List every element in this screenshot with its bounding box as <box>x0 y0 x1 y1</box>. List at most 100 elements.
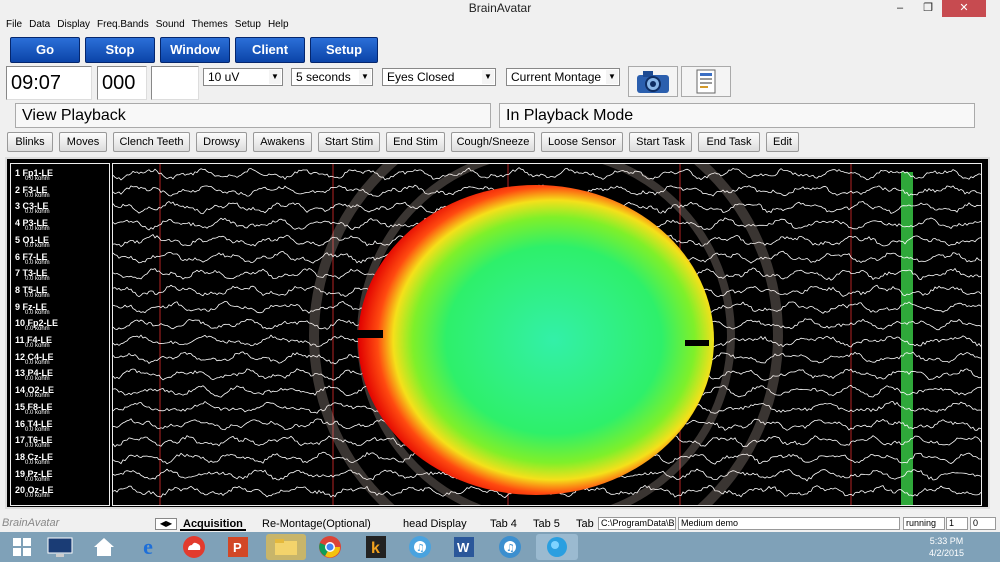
powerpoint-icon[interactable]: P <box>220 534 256 560</box>
client-button[interactable]: Client <box>235 37 305 63</box>
channel-row: 10 Fp2-LE 0.0 kohm <box>15 318 110 335</box>
channel-impedance: 0.0 kohm <box>25 443 50 450</box>
menu-display[interactable]: Display <box>55 17 95 33</box>
brainavatar-taskbar-icon[interactable] <box>536 534 578 560</box>
home-icon[interactable] <box>86 534 122 560</box>
channel-impedance: 0.0 kohm <box>25 209 50 216</box>
k-app-icon[interactable]: k <box>358 534 394 560</box>
chrome-icon[interactable] <box>312 534 348 560</box>
channel-impedance: 0.0 kohm <box>25 476 50 483</box>
end-task-button[interactable]: End Task <box>698 132 760 152</box>
tab-remontage[interactable]: Re-Montage(Optional) <box>259 518 374 531</box>
window-button[interactable]: Window <box>160 37 230 63</box>
start-stim-button[interactable]: Start Stim <box>318 132 380 152</box>
channel-impedance: 0.0 kohm <box>25 309 50 316</box>
moves-button[interactable]: Moves <box>59 132 107 152</box>
blinks-button[interactable]: Blinks <box>7 132 53 152</box>
path-field: C:\ProgramData\Br <box>598 517 676 530</box>
menu-file[interactable]: File <box>4 17 27 33</box>
windows-taskbar: e P k ♫ W ♫ 5:33 PM 4/2/2015 <box>0 532 1000 562</box>
itunes-icon-2[interactable]: ♫ <box>492 534 528 560</box>
clock-date: 4/2/2015 <box>928 548 964 558</box>
tab-scroll-arrows[interactable]: ◀▶ <box>155 518 177 530</box>
tab-head-display[interactable]: head Display <box>400 518 470 531</box>
tab-6[interactable]: Tab <box>573 518 597 531</box>
menu-themes[interactable]: Themes <box>190 17 233 33</box>
channel-impedance: 0.0 kohm <box>25 259 50 266</box>
channel-impedance: 0.0 kohm <box>25 192 50 199</box>
brain-activity-map <box>358 185 714 495</box>
menu-setup[interactable]: Setup <box>233 17 266 33</box>
menu-sound[interactable]: Sound <box>154 17 190 33</box>
drowsy-button[interactable]: Drowsy <box>196 132 247 152</box>
minimize-icon[interactable]: – <box>886 0 914 17</box>
channel-row: 3 C3-LE 0.0 kohm <box>15 201 110 218</box>
channel-impedance: 0.0 kohm <box>25 376 50 383</box>
channel-row: 12 C4-LE 0.0 kohm <box>15 352 110 369</box>
svg-text:P: P <box>233 540 242 555</box>
channel-row: 18 Cz-LE 0.0 kohm <box>15 452 110 469</box>
edit-button[interactable]: Edit <box>766 132 799 152</box>
internet-explorer-icon[interactable]: e <box>130 534 166 560</box>
end-stim-button[interactable]: End Stim <box>386 132 445 152</box>
gain-select[interactable]: 10 uV ▼ <box>203 68 283 86</box>
menu-data[interactable]: Data <box>27 17 55 33</box>
monitor-app-icon[interactable] <box>42 534 78 560</box>
channel-impedance: 0.0 kohm <box>25 292 50 299</box>
highlight-epoch <box>901 172 913 505</box>
state-field: running <box>903 517 945 530</box>
report-icon <box>696 69 716 94</box>
camera-icon <box>637 71 669 93</box>
tab-5[interactable]: Tab 5 <box>530 518 563 531</box>
chevron-down-icon: ▼ <box>482 70 494 84</box>
channel-impedance: 0.0 kohm <box>25 493 50 500</box>
bottom-tab-bar: BrainAvatar ◀▶ Acquisition Re-Montage(Op… <box>0 515 1000 531</box>
stop-button[interactable]: Stop <box>85 37 155 63</box>
eeg-display: 1 Fp1-LE 0.0 kohm 2 F3-LE 0.0 kohm 3 C3-LE 0.… <box>5 157 990 509</box>
demo-field: Medium demo <box>678 517 900 530</box>
watermark-logo: BrainAvatar <box>2 517 60 529</box>
timebase-select[interactable]: 5 seconds ▼ <box>291 68 373 86</box>
menu-freq-bands[interactable]: Freq.Bands <box>95 17 154 33</box>
tab-4[interactable]: Tab 4 <box>487 518 520 531</box>
awakens-button[interactable]: Awakens <box>253 132 312 152</box>
report-button[interactable] <box>681 66 731 97</box>
windows-start-icon[interactable] <box>4 534 40 560</box>
menu-help[interactable]: Help <box>266 17 294 33</box>
chevron-down-icon: ▼ <box>359 70 371 84</box>
channel-row: 13 P4-LE 0.0 kohm <box>15 368 110 385</box>
close-icon[interactable]: ✕ <box>942 0 986 17</box>
brainavatar-window: BrainAvatar – ❐ ✕ File Data Display Freq… <box>0 0 1000 562</box>
montage-select[interactable]: Current Montage ▼ <box>506 68 620 86</box>
camera-button[interactable] <box>628 66 678 97</box>
montage-value: Current Montage <box>511 70 602 84</box>
condition-select[interactable]: Eyes Closed ▼ <box>382 68 496 86</box>
start-task-button[interactable]: Start Task <box>629 132 692 152</box>
mode-label: View Playback <box>15 103 491 128</box>
channel-row: 8 T5-LE 0.0 kohm <box>15 285 110 302</box>
channel-impedance: 0.0 kohm <box>25 276 50 283</box>
itunes-icon[interactable]: ♫ <box>402 534 438 560</box>
channel-row: 9 Fz-LE 0.0 kohm <box>15 302 110 319</box>
window-controls: – ❐ ✕ <box>886 0 986 17</box>
cough-sneeze-button[interactable]: Cough/Sneeze <box>451 132 535 152</box>
setup-button[interactable]: Setup <box>310 37 378 63</box>
loose-sensor-button[interactable]: Loose Sensor <box>541 132 623 152</box>
taskbar-clock[interactable]: 5:33 PM 4/2/2015 <box>929 535 964 559</box>
word-icon[interactable]: W <box>446 534 482 560</box>
channel-impedance: 0.0 kohm <box>25 326 50 333</box>
eeg-traces-area[interactable] <box>112 163 982 506</box>
channel-impedance: 0.0 kohm <box>25 409 50 416</box>
cloud-app-icon[interactable] <box>176 534 212 560</box>
channel-impedance: 0.0 kohm <box>25 242 50 249</box>
timebase-value: 5 seconds <box>296 70 351 84</box>
gain-value: 10 uV <box>208 70 240 84</box>
go-button[interactable]: Go <box>10 37 80 63</box>
restore-icon[interactable]: ❐ <box>914 0 942 17</box>
file-explorer-icon[interactable] <box>266 534 306 560</box>
main-toolbar: Go Stop Window Client Setup <box>0 35 1000 65</box>
tab-acquisition[interactable]: Acquisition <box>180 518 246 531</box>
right-ear-marker <box>685 340 709 346</box>
clench-teeth-button[interactable]: Clench Teeth <box>113 132 190 152</box>
event-markers-row: Blinks Moves Clench Teeth Drowsy Awakens… <box>0 131 1000 153</box>
